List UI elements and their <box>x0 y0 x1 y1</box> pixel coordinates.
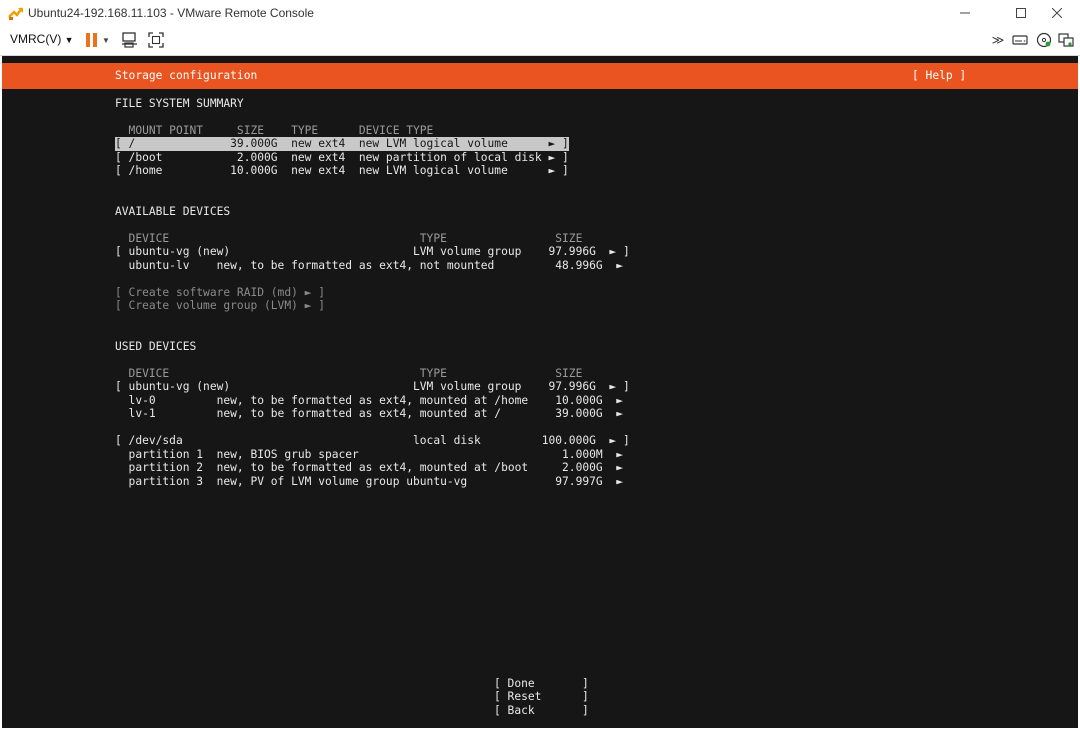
fullscreen-icon <box>148 32 164 48</box>
used-row-partition-1[interactable]: partition 1 new, BIOS grub spacer 1.000M… <box>115 448 623 462</box>
done-button[interactable]: [ Done ] <box>494 677 589 691</box>
send-keys-button[interactable] <box>120 30 140 50</box>
fs-row-root[interactable]: [ / 39.000G new ext4 new LVM logical vol… <box>115 137 569 151</box>
available-row-ubuntu-vg[interactable]: [ ubuntu-vg (new) LVM volume group 97.99… <box>115 245 630 259</box>
maximize-icon <box>1016 8 1026 18</box>
pause-icon <box>86 33 97 47</box>
installer-title: Storage configuration <box>115 69 258 82</box>
window-title: Ubuntu24-192.168.11.103 - VMware Remote … <box>28 6 314 20</box>
window-titlebar: Ubuntu24-192.168.11.103 - VMware Remote … <box>0 0 1080 26</box>
create-volume-group-button[interactable]: [ Create volume group (LVM) ► ] <box>115 299 325 313</box>
vmrc-menu-label: VMRC(V) <box>10 32 62 46</box>
back-button[interactable]: [ Back ] <box>494 704 589 718</box>
fs-row-home[interactable]: [ /home 10.000G new ext4 new LVM logical… <box>115 164 569 178</box>
used-row-lv-1[interactable]: lv-1 new, to be formatted as ext4, mount… <box>115 407 623 421</box>
installer-header-bar: Storage configuration [ Help ] <box>2 63 1078 89</box>
removable-device-button[interactable] <box>1010 30 1030 50</box>
available-devices-title: AVAILABLE DEVICES <box>115 205 231 218</box>
unity-icon <box>1058 33 1074 47</box>
close-button[interactable] <box>1034 0 1080 26</box>
send-keys-icon <box>122 32 137 48</box>
fs-row-boot[interactable]: [ /boot 2.000G new ext4 new partition of… <box>115 151 569 165</box>
vmrc-menu-button[interactable]: VMRC(V) ▼ <box>10 32 74 46</box>
pause-button[interactable] <box>82 30 102 50</box>
fs-summary-title: FILE SYSTEM SUMMARY <box>115 97 244 110</box>
used-row-partition-2[interactable]: partition 2 new, to be formatted as ext4… <box>115 461 623 475</box>
fs-summary-header: MOUNT POINT SIZE TYPE DEVICE TYPE <box>115 124 434 137</box>
cd-drive-button[interactable] <box>1034 30 1054 50</box>
minimize-button[interactable] <box>942 0 988 26</box>
used-row-lv-0[interactable]: lv-0 new, to be formatted as ext4, mount… <box>115 394 623 408</box>
close-icon <box>1052 8 1062 18</box>
used-row-partition-3[interactable]: partition 3 new, PV of LVM volume group … <box>115 475 623 489</box>
reset-button[interactable]: [ Reset ] <box>494 690 589 704</box>
help-button[interactable]: [ Help ] <box>912 69 966 83</box>
available-devices-header: DEVICE TYPE SIZE <box>115 232 583 245</box>
unity-button[interactable] <box>1056 30 1076 50</box>
minimize-icon <box>960 12 970 14</box>
removable-device-icon <box>1012 35 1028 45</box>
fullscreen-button[interactable] <box>146 30 166 50</box>
vmrc-toolbar: VMRC(V) ▼ ▼ ≫ <box>0 26 1080 56</box>
used-row-ubuntu-vg[interactable]: [ ubuntu-vg (new) LVM volume group 97.99… <box>115 380 630 394</box>
available-row-ubuntu-lv[interactable]: ubuntu-lv new, to be formatted as ext4, … <box>115 259 623 273</box>
more-icon: ≫ <box>991 33 1005 47</box>
used-devices-title: USED DEVICES <box>115 340 197 353</box>
more-button[interactable]: ≫ <box>988 30 1008 50</box>
create-raid-button[interactable]: [ Create software RAID (md) ► ] <box>115 286 325 300</box>
vmware-app-icon <box>8 7 24 20</box>
used-row-dev-sda[interactable]: [ /dev/sda local disk 100.000G ► ] <box>115 434 630 448</box>
chevron-down-icon: ▼ <box>102 35 110 45</box>
used-devices-header: DEVICE TYPE SIZE <box>115 367 583 380</box>
vm-console-screen[interactable]: Storage configuration [ Help ] FILE SYST… <box>2 56 1078 728</box>
cd-icon <box>1036 32 1052 48</box>
chevron-down-icon: ▼ <box>64 35 74 45</box>
pause-dropdown[interactable]: ▼ <box>100 30 112 50</box>
